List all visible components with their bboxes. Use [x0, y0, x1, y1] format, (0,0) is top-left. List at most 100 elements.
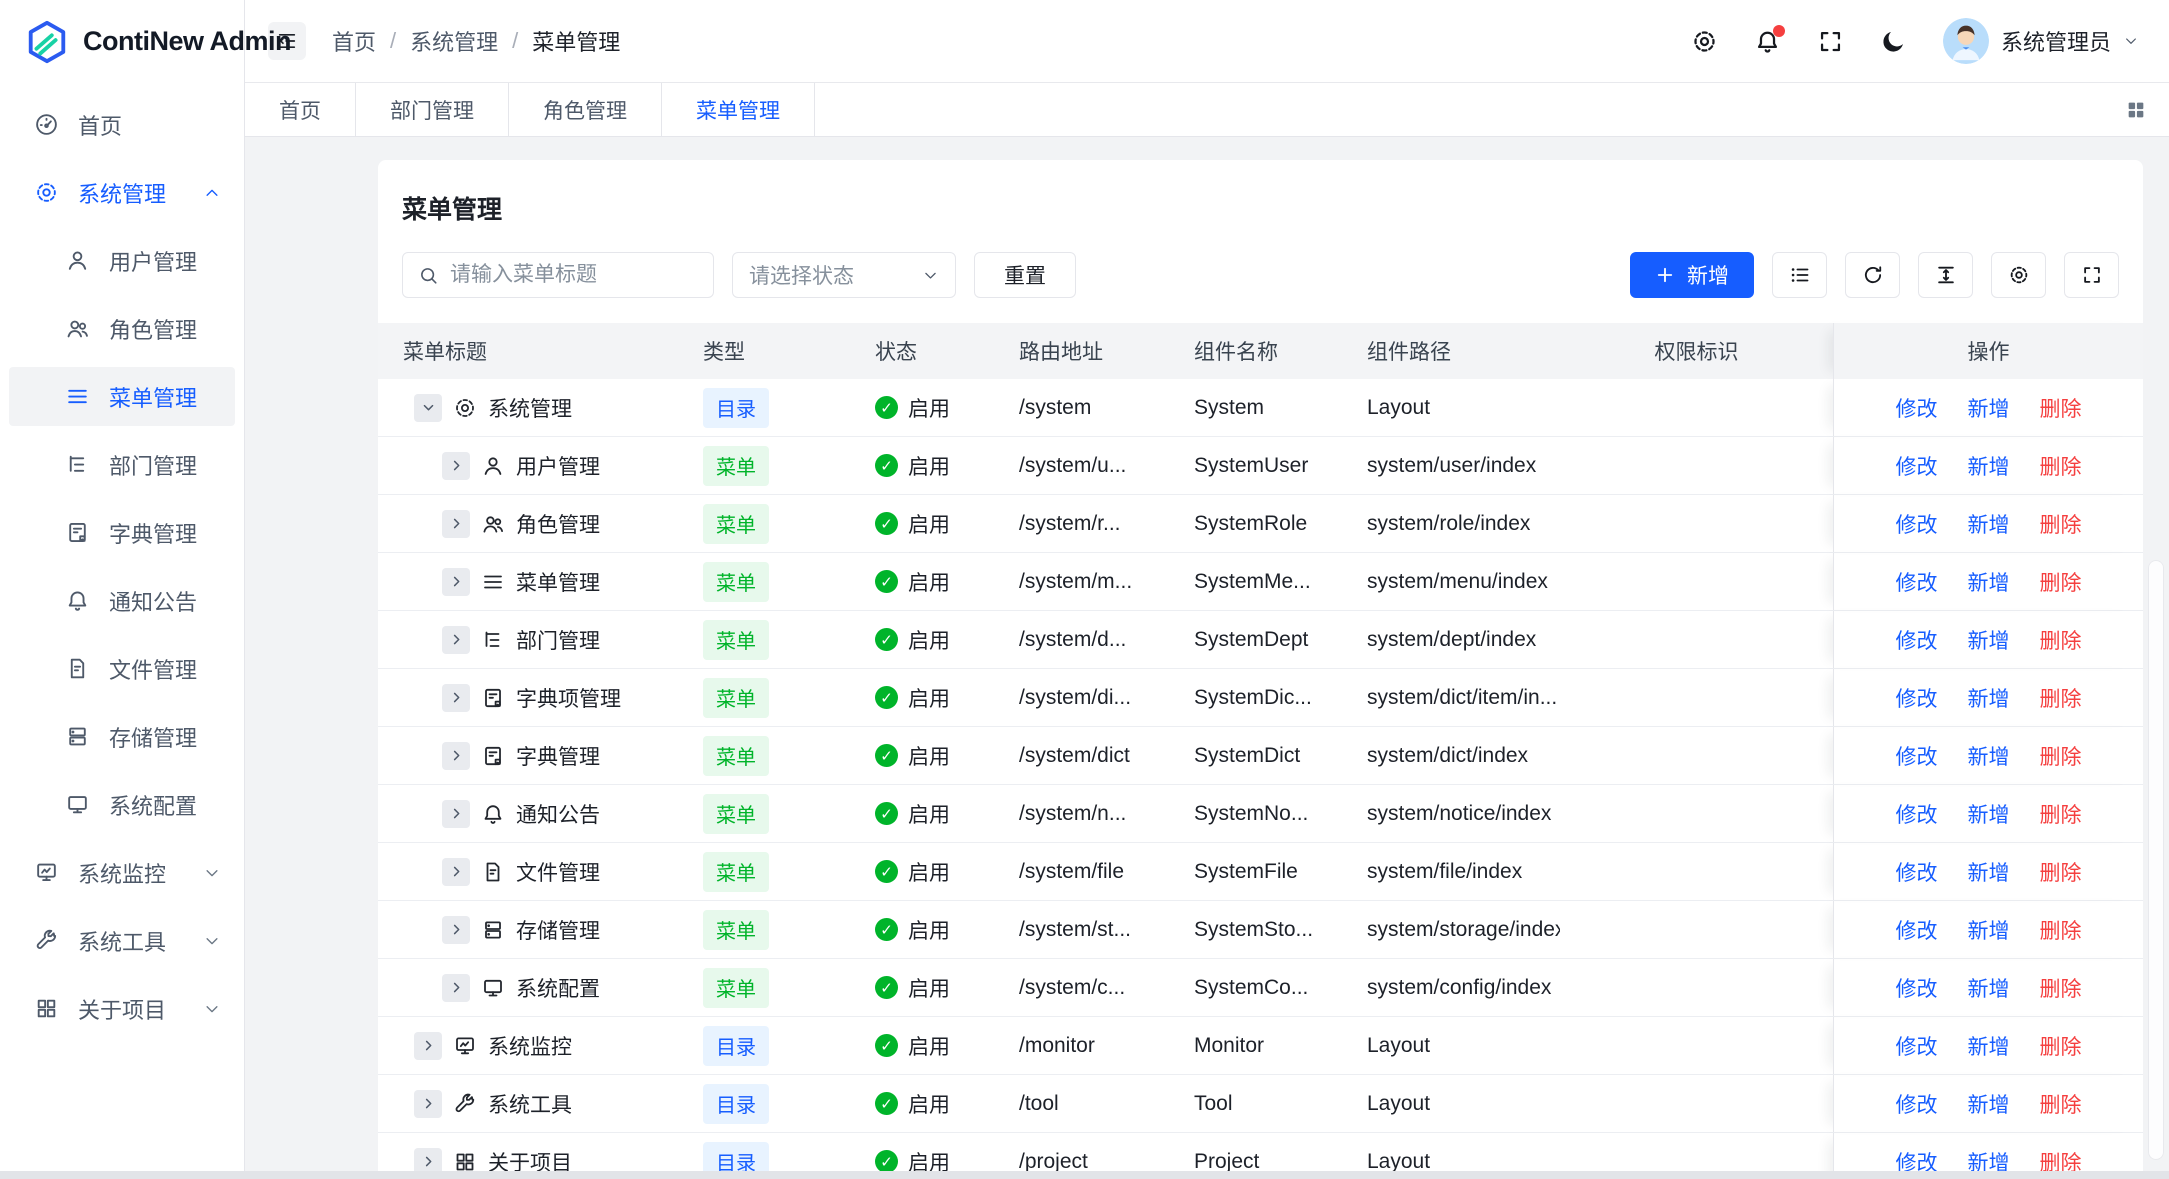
row-expand-button[interactable]: [442, 568, 470, 596]
delete-link[interactable]: 删除: [2040, 683, 2082, 713]
delete-link[interactable]: 删除: [2040, 915, 2082, 945]
row-expand-button[interactable]: [414, 1032, 442, 1060]
tab-menu[interactable]: 菜单管理: [662, 83, 815, 136]
lineheight-tool-button[interactable]: [1918, 252, 1973, 298]
sidebar-item-dict[interactable]: 字典管理: [9, 503, 235, 562]
add-button[interactable]: 新增: [1630, 252, 1754, 298]
delete-link[interactable]: 删除: [2040, 393, 2082, 423]
delete-link[interactable]: 删除: [2040, 1031, 2082, 1061]
add-child-link[interactable]: 新增: [1968, 799, 2010, 829]
edit-link[interactable]: 修改: [1896, 973, 1938, 1003]
edit-link[interactable]: 修改: [1896, 509, 1938, 539]
dark-mode-toggle[interactable]: [1880, 28, 1907, 55]
sidebar-item-home[interactable]: 首页: [9, 95, 235, 154]
settings-button[interactable]: [1691, 28, 1718, 55]
search-input[interactable]: [450, 263, 698, 287]
row-expand-button[interactable]: [442, 684, 470, 712]
delete-link[interactable]: 删除: [2040, 509, 2082, 539]
list-tool-button[interactable]: [1772, 252, 1827, 298]
row-expand-button[interactable]: [442, 510, 470, 538]
row-expand-button[interactable]: [414, 1090, 442, 1118]
row-expand-button[interactable]: [442, 800, 470, 828]
refresh-tool-button[interactable]: [1845, 252, 1900, 298]
horizontal-scrollbar-track[interactable]: [0, 1171, 2169, 1179]
cell-route: /monitor: [995, 1017, 1170, 1074]
add-child-link[interactable]: 新增: [1968, 567, 2010, 597]
edit-link[interactable]: 修改: [1896, 451, 1938, 481]
add-child-link[interactable]: 新增: [1968, 625, 2010, 655]
edit-link[interactable]: 修改: [1896, 625, 1938, 655]
sidebar-item-about[interactable]: 关于项目: [9, 979, 235, 1038]
add-child-link[interactable]: 新增: [1968, 451, 2010, 481]
tab-dept[interactable]: 部门管理: [356, 83, 509, 136]
row-expand-button[interactable]: [442, 742, 470, 770]
edit-link[interactable]: 修改: [1896, 683, 1938, 713]
edit-link[interactable]: 修改: [1896, 1089, 1938, 1119]
row-expand-button[interactable]: [442, 626, 470, 654]
row-expand-button[interactable]: [414, 394, 442, 422]
add-child-link[interactable]: 新增: [1968, 1031, 2010, 1061]
edit-link[interactable]: 修改: [1896, 741, 1938, 771]
delete-link[interactable]: 删除: [2040, 1089, 2082, 1119]
sidebar-item-system[interactable]: 系统管理: [9, 163, 235, 222]
add-child-link[interactable]: 新增: [1968, 857, 2010, 887]
notifications-button[interactable]: [1754, 28, 1781, 55]
tabbar: 首页部门管理角色管理菜单管理: [245, 83, 2169, 137]
menu-title: 用户管理: [516, 451, 600, 481]
tab-options-button[interactable]: [2125, 99, 2147, 121]
sidebar-item-config[interactable]: 系统配置: [9, 775, 235, 834]
delete-link[interactable]: 删除: [2040, 799, 2082, 829]
table-row: 系统配置菜单✓启用/system/c...SystemCo...system/c…: [378, 959, 2143, 1017]
sidebar-item-user[interactable]: 用户管理: [9, 231, 235, 290]
gear-tool-button[interactable]: [1991, 252, 2046, 298]
edit-link[interactable]: 修改: [1896, 915, 1938, 945]
fullscreen-tool-button[interactable]: [2064, 252, 2119, 298]
sidebar-item-notice[interactable]: 通知公告: [9, 571, 235, 630]
sidebar-item-file[interactable]: 文件管理: [9, 639, 235, 698]
fullscreen-button[interactable]: [1817, 28, 1844, 55]
row-expand-button[interactable]: [442, 974, 470, 1002]
sidebar-item-role[interactable]: 角色管理: [9, 299, 235, 358]
status-select[interactable]: 请选择状态: [732, 252, 956, 298]
breadcrumb-item[interactable]: 首页: [332, 25, 376, 57]
delete-link[interactable]: 删除: [2040, 857, 2082, 887]
add-child-link[interactable]: 新增: [1968, 509, 2010, 539]
delete-link[interactable]: 删除: [2040, 741, 2082, 771]
type-badge: 菜单: [703, 968, 769, 1008]
dict-icon: [65, 520, 90, 545]
row-expand-button[interactable]: [442, 858, 470, 886]
vertical-scrollbar-thumb[interactable]: [2148, 560, 2164, 1160]
add-child-link[interactable]: 新增: [1968, 741, 2010, 771]
add-child-link[interactable]: 新增: [1968, 393, 2010, 423]
delete-link[interactable]: 删除: [2040, 625, 2082, 655]
grid-icon: [453, 1150, 477, 1174]
sidebar-item-storage[interactable]: 存储管理: [9, 707, 235, 766]
tab-role[interactable]: 角色管理: [509, 83, 662, 136]
delete-link[interactable]: 删除: [2040, 567, 2082, 597]
edit-link[interactable]: 修改: [1896, 1031, 1938, 1061]
row-expand-button[interactable]: [442, 916, 470, 944]
add-child-link[interactable]: 新增: [1968, 973, 2010, 1003]
edit-link[interactable]: 修改: [1896, 799, 1938, 829]
reset-button[interactable]: 重置: [974, 252, 1076, 298]
breadcrumb-item[interactable]: 系统管理: [410, 25, 498, 57]
user-menu[interactable]: 系统管理员: [1943, 18, 2139, 64]
delete-link[interactable]: 删除: [2040, 451, 2082, 481]
tab-home[interactable]: 首页: [245, 83, 356, 136]
row-expand-button[interactable]: [442, 452, 470, 480]
sidebar-item-dept[interactable]: 部门管理: [9, 435, 235, 494]
cell-menu-title: 文件管理: [378, 843, 690, 900]
menu-title: 系统管理: [488, 393, 572, 423]
add-child-link[interactable]: 新增: [1968, 683, 2010, 713]
add-child-link[interactable]: 新增: [1968, 915, 2010, 945]
cell-type: 菜单: [690, 901, 862, 958]
sidebar-item-monitor[interactable]: 系统监控: [9, 843, 235, 902]
edit-link[interactable]: 修改: [1896, 393, 1938, 423]
edit-link[interactable]: 修改: [1896, 567, 1938, 597]
delete-link[interactable]: 删除: [2040, 973, 2082, 1003]
sidebar-item-menu[interactable]: 菜单管理: [9, 367, 235, 426]
sidebar-item-tool[interactable]: 系统工具: [9, 911, 235, 970]
edit-link[interactable]: 修改: [1896, 857, 1938, 887]
type-badge: 菜单: [703, 794, 769, 834]
add-child-link[interactable]: 新增: [1968, 1089, 2010, 1119]
